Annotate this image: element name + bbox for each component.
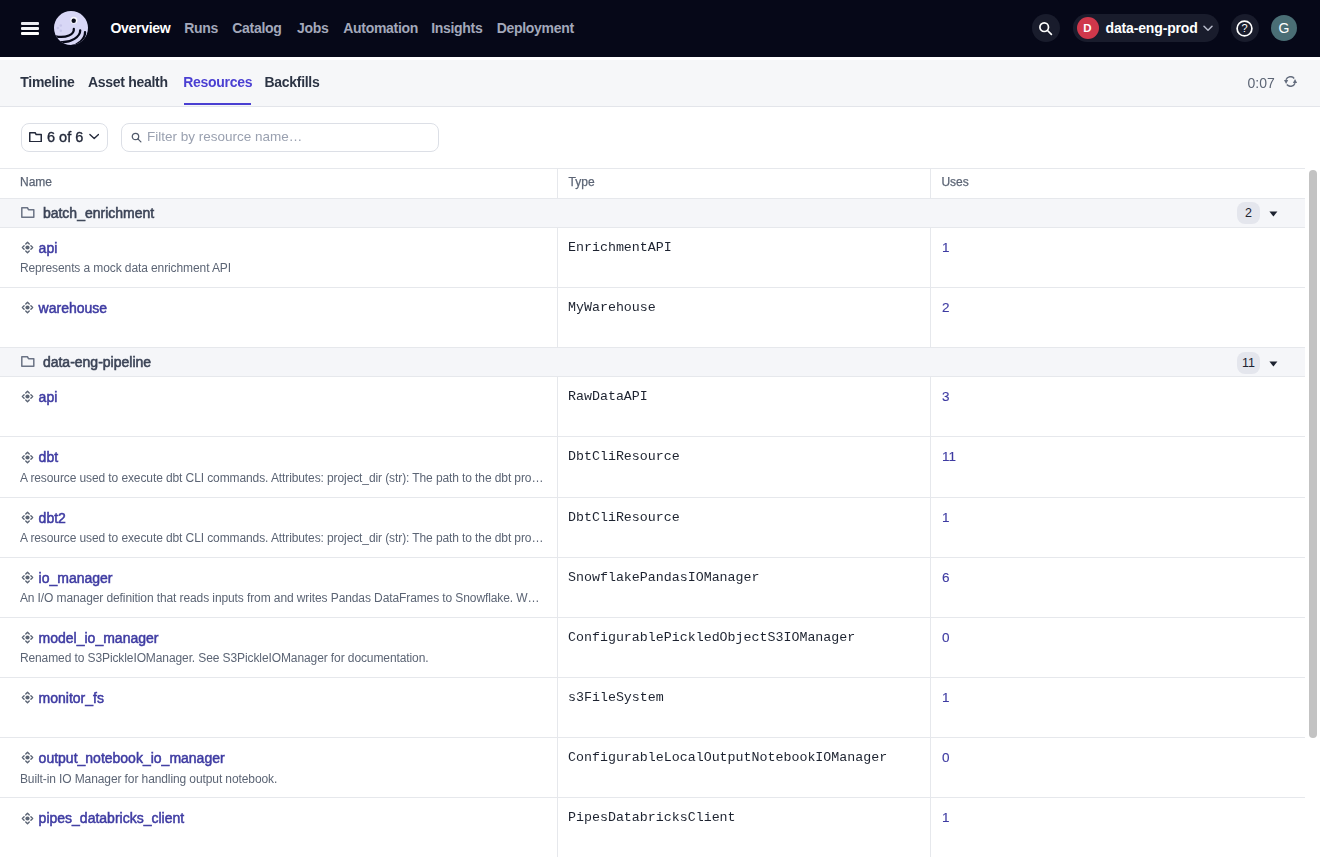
- svg-text:?: ?: [1242, 22, 1248, 34]
